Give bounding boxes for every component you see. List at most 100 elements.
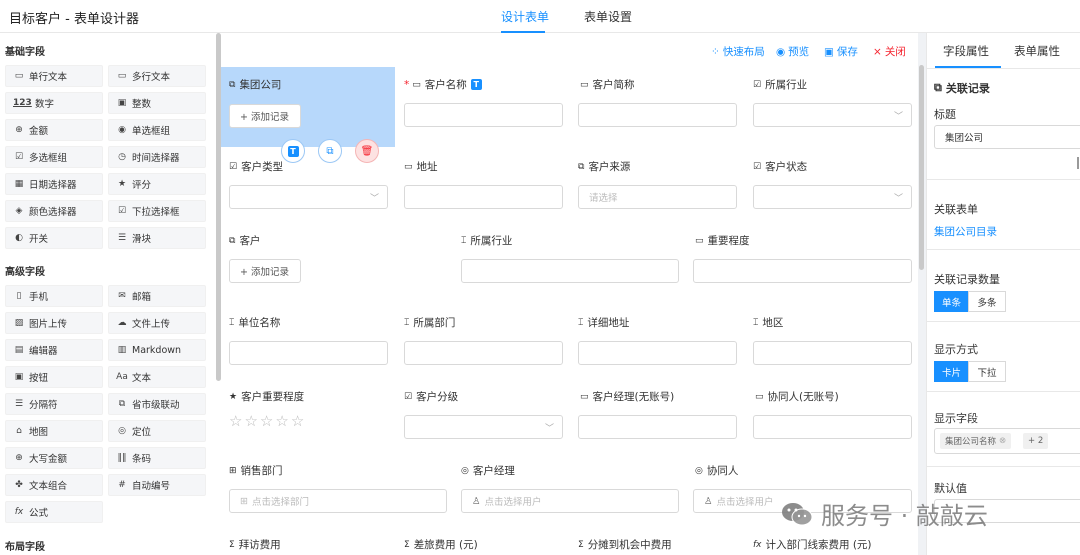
field-label-customer-source: ⧉ 客户来源 xyxy=(578,159,630,174)
display-fields-select[interactable]: 集团公司名称 ⊗ + 2 xyxy=(934,428,1080,454)
palette-item-multi-line-text[interactable]: ▭ 多行文本 xyxy=(108,65,206,87)
manager-picker[interactable]: ♙ 点击选择用户 xyxy=(461,489,679,513)
palette-item-single-line-text[interactable]: ▭ 单行文本 xyxy=(5,65,103,87)
field-label-travel-cost: Σ 差旅费用 (元) xyxy=(404,537,478,552)
palette-item-button[interactable]: ▣ 按钮 xyxy=(5,366,103,388)
preview-button[interactable]: ◉ 预览 xyxy=(776,44,809,59)
heading-text: 关联记录 xyxy=(945,82,990,95)
industry-2-input[interactable] xyxy=(461,259,679,283)
collaborator-no-account-input[interactable] xyxy=(753,415,912,439)
copy-field-button[interactable]: ⧉ xyxy=(318,139,342,163)
region-input[interactable] xyxy=(753,341,912,365)
field-label-address: ▭ 地址 xyxy=(404,159,438,174)
unit-name-input[interactable] xyxy=(229,341,388,365)
count-multiple-option[interactable]: 多条 xyxy=(968,291,1006,312)
canvas-scrollbar[interactable] xyxy=(919,65,924,270)
rating-star[interactable]: ☆ xyxy=(291,412,306,430)
customer-abbr-input[interactable] xyxy=(578,103,737,127)
palette-item-date-picker[interactable]: ▦ 日期选择器 xyxy=(5,173,103,195)
separator xyxy=(927,391,1080,392)
palette-item-amount[interactable]: ⊕ 金额 xyxy=(5,119,103,141)
palette-item-text[interactable]: Aa 文本 xyxy=(108,366,206,388)
manager-no-account-input[interactable] xyxy=(578,415,737,439)
quick-layout-button[interactable]: ⁘ 快速布局 xyxy=(711,44,765,59)
palette-item-slider[interactable]: ☰ 滑块 xyxy=(108,227,206,249)
close-button[interactable]: × 关闭 xyxy=(873,44,906,59)
tag-text: 集团公司名称 xyxy=(945,437,997,447)
tab-form-settings[interactable]: 表单设置 xyxy=(584,8,632,25)
palette-item-auto-number[interactable]: # 自动编号 xyxy=(108,474,206,496)
user-placeholder: 点击选择用户 xyxy=(716,497,774,508)
industry-select[interactable]: ﹀ xyxy=(753,103,912,127)
tab-field-properties[interactable]: 字段属性 xyxy=(943,43,989,59)
add-customer-record-button[interactable]: + 添加记录 xyxy=(229,259,301,283)
address-input[interactable] xyxy=(404,185,563,209)
customer-status-select[interactable]: ﹀ xyxy=(753,185,912,209)
customer-name-input[interactable] xyxy=(404,103,563,127)
rating-star[interactable]: ☆ xyxy=(260,412,275,430)
palette-item-cascader[interactable]: ⧉ 省市级联动 xyxy=(108,393,206,415)
palette-item-image-upload[interactable]: ▨ 图片上传 xyxy=(5,312,103,334)
sales-dept-picker[interactable]: ⊞ 点击选择部门 xyxy=(229,489,447,513)
tab-form-properties[interactable]: 表单属性 xyxy=(1014,43,1060,59)
palette-item-mobile[interactable]: ▯ 手机 xyxy=(5,285,103,307)
palette-item-barcode[interactable]: ‖‖ 条码 xyxy=(108,447,206,469)
display-dropdown-option[interactable]: 下拉 xyxy=(968,361,1006,382)
field-palette: 基础字段 ▭ 单行文本 ▭ 多行文本 123 数字 ▣ 整数 ⊕ 金额 ◉ 单选框组 ☑ 多选框组 ◷ 时间选择… xyxy=(0,33,214,555)
field-type-button[interactable]: T xyxy=(281,139,305,163)
palette-item-divider[interactable]: ☰ 分隔符 xyxy=(5,393,103,415)
palette-item-label: 日期选择器 xyxy=(29,180,77,191)
count-single-option[interactable]: 单条 xyxy=(934,291,969,312)
palette-item-markdown[interactable]: ▥ Markdown xyxy=(108,339,206,361)
palette-item-formula[interactable]: fx 公式 xyxy=(5,501,103,523)
field-label-customer: ⧉ 客户 xyxy=(229,233,260,248)
relation-icon: ⧉ xyxy=(229,235,236,246)
rating-star[interactable]: ☆ xyxy=(275,412,290,430)
tag-close-icon[interactable]: ⊗ xyxy=(999,436,1006,446)
user-icon: ♙ xyxy=(472,495,481,507)
detail-address-input[interactable] xyxy=(578,341,737,365)
label-text: 协同人(无账号) xyxy=(767,391,839,403)
customer-grade-select[interactable]: ﹀ xyxy=(404,415,563,439)
file-upload-icon: ☁ xyxy=(117,318,127,328)
add-record-button[interactable]: + 添加记录 xyxy=(229,104,301,128)
palette-item-integer[interactable]: ▣ 整数 xyxy=(108,92,206,114)
tab-design-form[interactable]: 设计表单 xyxy=(501,8,549,25)
palette-item-capital-amount[interactable]: ⊕ 大写金额 xyxy=(5,447,103,469)
palette-item-label: 公式 xyxy=(29,508,49,519)
title-input[interactable]: 集团公司 xyxy=(934,125,1080,149)
delete-field-button[interactable]: 🗑 xyxy=(355,139,379,163)
palette-item-rating[interactable]: ★ 评分 xyxy=(108,173,206,195)
importance-input[interactable] xyxy=(693,259,912,283)
palette-item-text-combo[interactable]: ✤ 文本组合 xyxy=(5,474,103,496)
department-input[interactable] xyxy=(404,341,563,365)
customer-type-select[interactable]: ﹀ xyxy=(229,185,388,209)
palette-item-editor[interactable]: ▤ 编辑器 xyxy=(5,339,103,361)
related-form-link[interactable]: 集团公司目录 xyxy=(934,224,997,239)
customer-source-select[interactable]: 请选择 xyxy=(578,185,737,209)
palette-item-checkbox-group[interactable]: ☑ 多选框组 xyxy=(5,146,103,168)
palette-item-map[interactable]: ⌂ 地图 xyxy=(5,420,103,442)
palette-item-number[interactable]: 123 数字 xyxy=(5,92,103,114)
display-card-option[interactable]: 卡片 xyxy=(934,361,969,382)
relation-icon: ⧉ xyxy=(934,81,942,94)
palette-item-email[interactable]: ✉ 邮箱 xyxy=(108,285,206,307)
field-label-customer-importance: ★ 客户重要程度 xyxy=(229,389,304,404)
palette-item-radio-group[interactable]: ◉ 单选框组 xyxy=(108,119,206,141)
palette-item-dropdown[interactable]: ☑ 下拉选择框 xyxy=(108,200,206,222)
single-line-text-icon: ▭ xyxy=(404,161,413,172)
close-label: 关闭 xyxy=(884,46,906,58)
rating-stars[interactable]: ☆☆☆☆☆ xyxy=(229,412,306,430)
palette-item-time-picker[interactable]: ◷ 时间选择器 xyxy=(108,146,206,168)
reference-icon: ⌶ xyxy=(461,235,467,246)
save-button[interactable]: ▣ 保存 xyxy=(824,44,858,59)
palette-item-switch[interactable]: ◐ 开关 xyxy=(5,227,103,249)
rating-star[interactable]: ☆ xyxy=(244,412,259,430)
default-value-label: 默认值 xyxy=(934,482,967,495)
checkbox-icon: ☑ xyxy=(753,161,762,172)
rating-star[interactable]: ☆ xyxy=(229,412,244,430)
palette-item-file-upload[interactable]: ☁ 文件上传 xyxy=(108,312,206,334)
palette-item-location[interactable]: ◎ 定位 xyxy=(108,420,206,442)
resize-handle[interactable] xyxy=(1077,157,1079,169)
palette-item-color-picker[interactable]: ◈ 颜色选择器 xyxy=(5,200,103,222)
